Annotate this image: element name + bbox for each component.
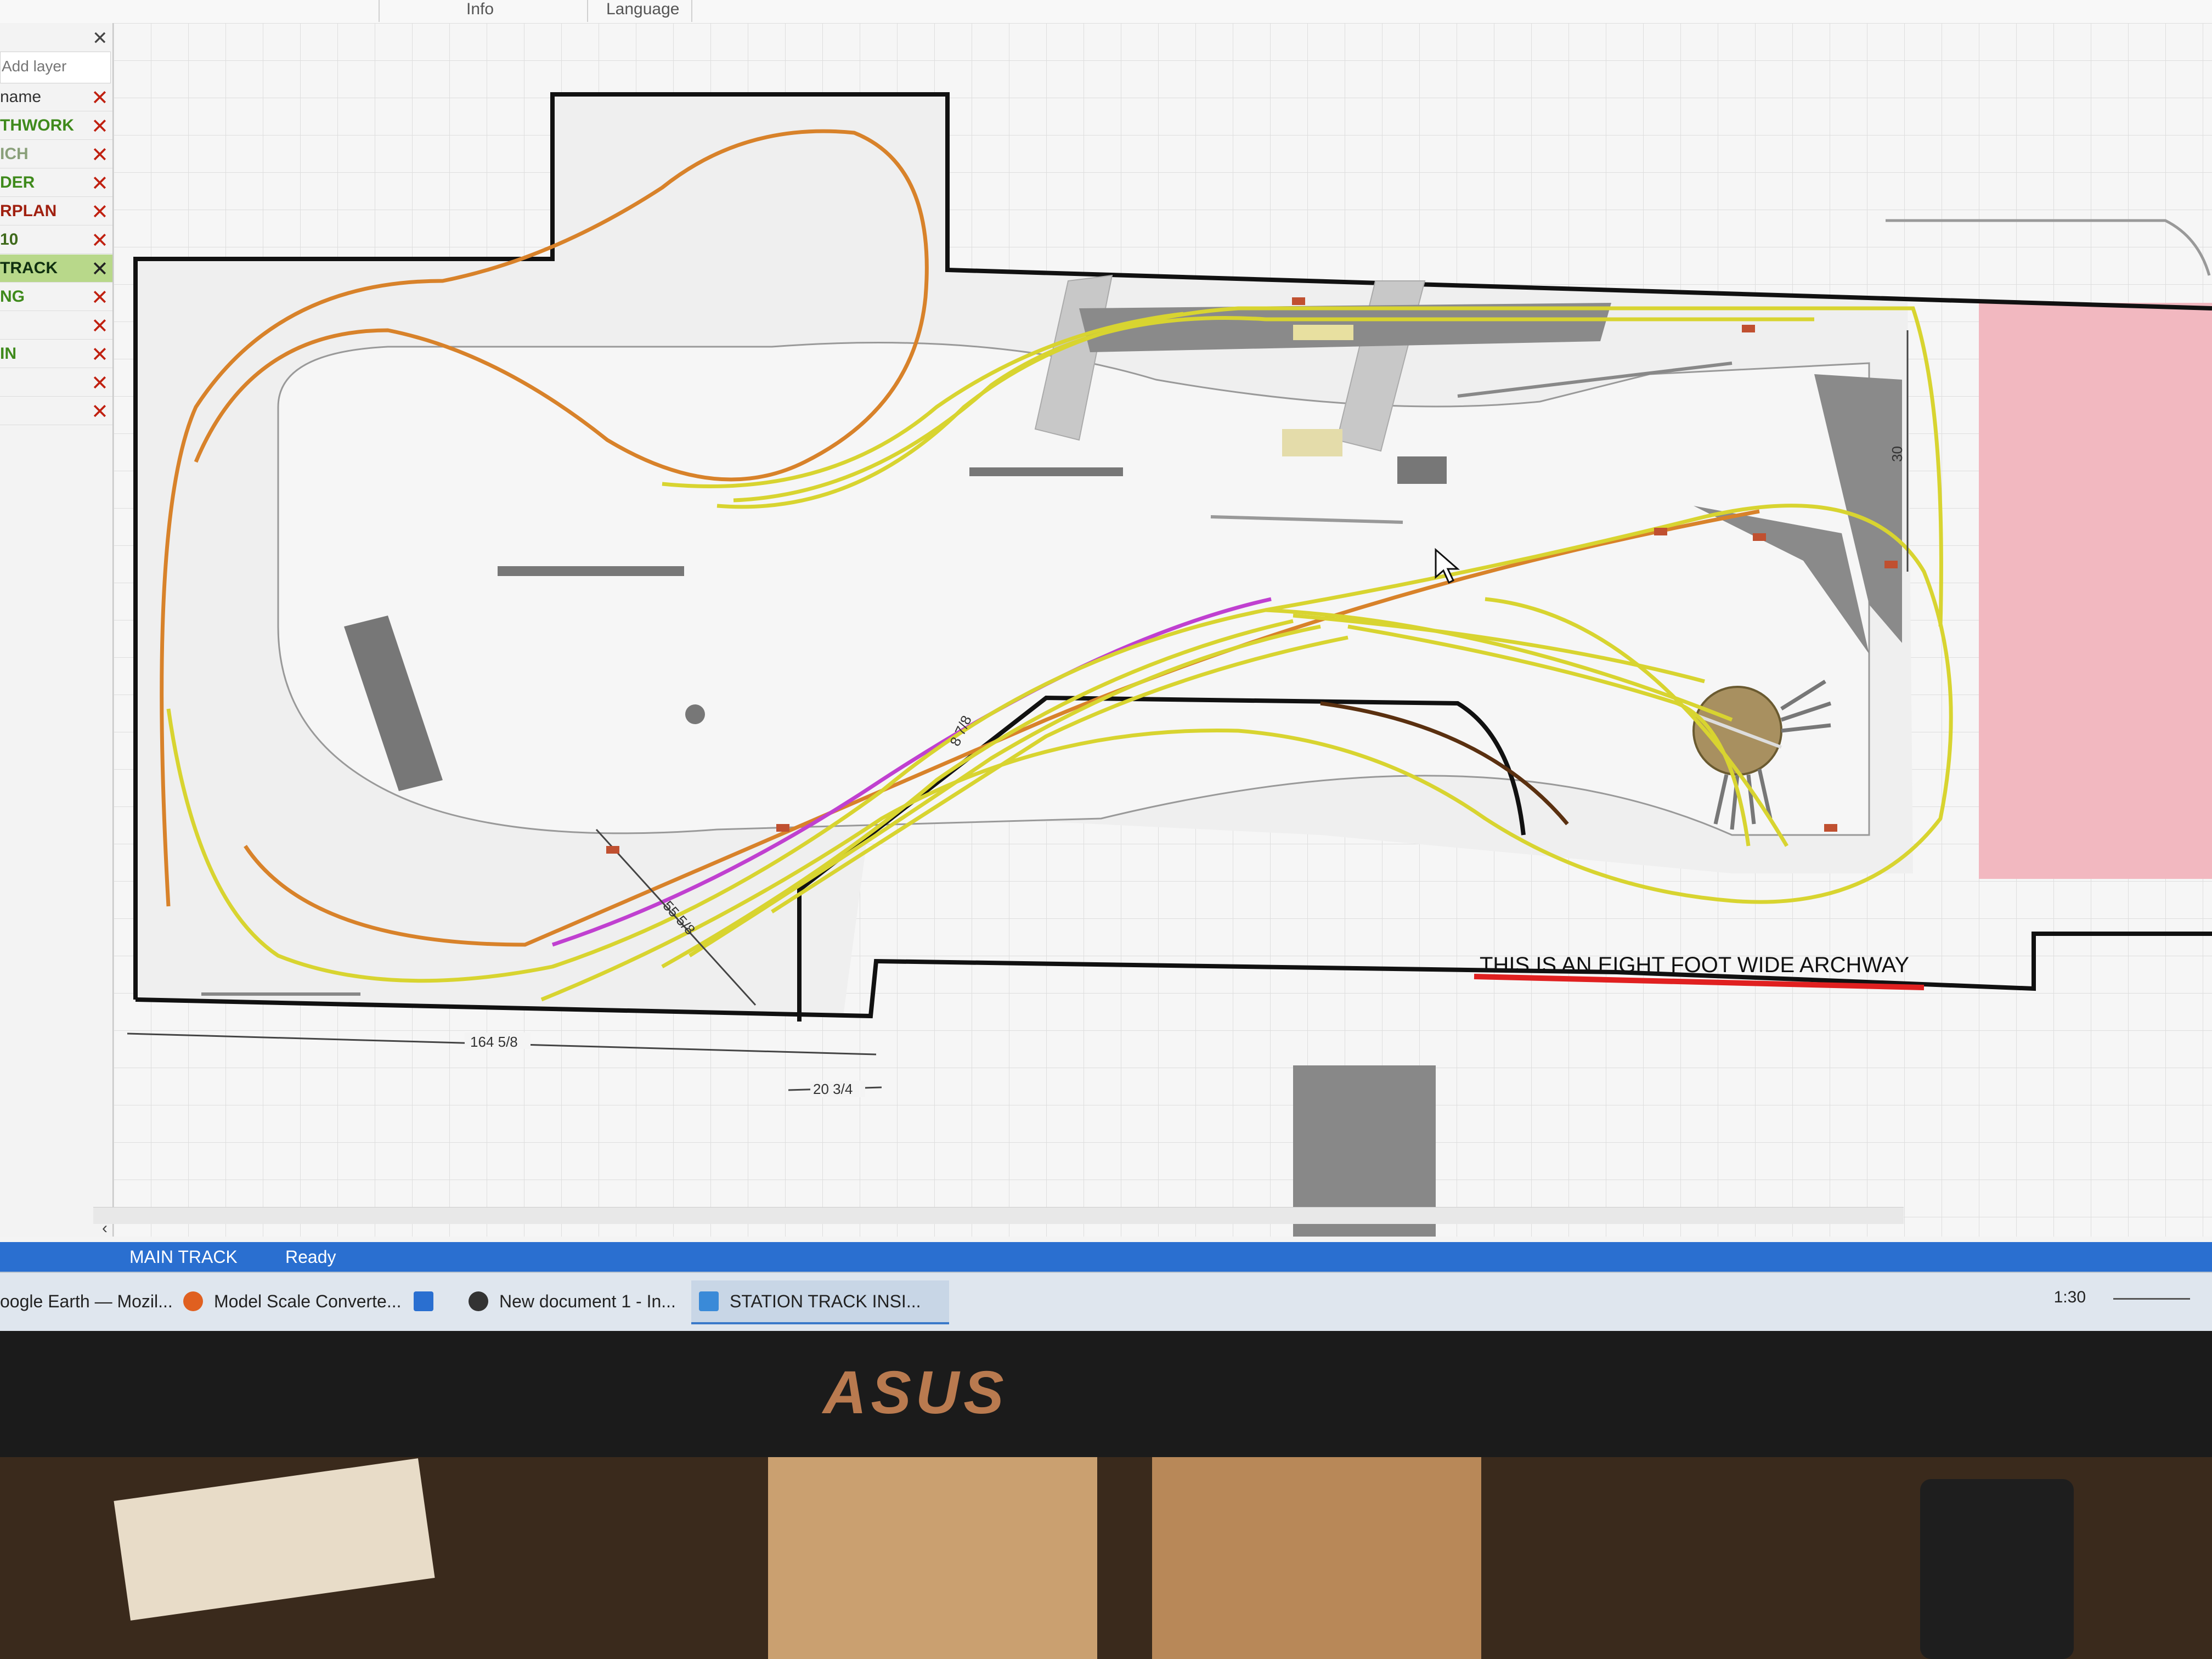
building-block bbox=[1397, 456, 1447, 484]
layer-item[interactable]: DER ✕ bbox=[0, 169, 112, 197]
delete-icon[interactable]: ✕ bbox=[91, 114, 109, 139]
speaker bbox=[1920, 1479, 2074, 1659]
siding-structure bbox=[498, 566, 684, 576]
dimension-20: 20 3/4 bbox=[813, 1081, 853, 1097]
layers-panel: ✕ name ✕ THWORK✕ICH✕DER✕RPLAN✕10✕TRACK✕N… bbox=[0, 23, 114, 1237]
zoom-level: 1:30 bbox=[2053, 1288, 2086, 1306]
layers-header: name ✕ bbox=[0, 83, 112, 111]
delete-icon[interactable]: ✕ bbox=[91, 314, 109, 338]
layer-item[interactable]: IN ✕ bbox=[0, 340, 112, 368]
layer-item[interactable]: RPLAN ✕ bbox=[0, 198, 112, 225]
layer-item-label: THWORK bbox=[0, 116, 74, 134]
dimension-164: 164 5/8 bbox=[470, 1034, 518, 1050]
ribbon-separator bbox=[587, 0, 588, 22]
layer-item[interactable]: ICH ✕ bbox=[0, 140, 112, 168]
dimension-30: 30 bbox=[1889, 446, 1905, 462]
delete-icon[interactable]: ✕ bbox=[91, 399, 109, 424]
delete-icon[interactable]: ✕ bbox=[91, 200, 109, 224]
layers-header-label: name bbox=[0, 88, 42, 106]
scroll-left-icon[interactable]: ‹ bbox=[102, 1219, 108, 1238]
close-icon[interactable]: ✕ bbox=[92, 27, 108, 49]
inkscape-icon bbox=[469, 1291, 488, 1311]
layer-item-label: TRACK bbox=[0, 259, 58, 277]
layer-item[interactable]: ✕ bbox=[0, 369, 112, 397]
mail-icon bbox=[414, 1291, 433, 1311]
layer-item-label: IN bbox=[0, 345, 16, 363]
layer-item[interactable]: NG ✕ bbox=[0, 283, 112, 311]
building-block bbox=[1282, 429, 1342, 456]
layer-item-label: RPLAN bbox=[0, 202, 57, 220]
grey-siding bbox=[1886, 219, 2211, 276]
taskbar-item-label: STATION TRACK INSI... bbox=[730, 1291, 921, 1311]
layer-item[interactable]: ✕ bbox=[0, 312, 112, 340]
status-layer: MAIN TRACK bbox=[129, 1247, 238, 1267]
taskbar-item-label: oogle Earth — Mozil... bbox=[0, 1291, 173, 1311]
monitor-bezel bbox=[0, 1331, 2212, 1457]
firefox-icon bbox=[183, 1291, 203, 1311]
layer-item[interactable]: TRACK ✕ bbox=[0, 255, 112, 283]
ribbon-tab-info[interactable]: Info bbox=[466, 0, 494, 22]
delete-icon[interactable]: ✕ bbox=[91, 171, 109, 196]
delete-icon[interactable]: ✕ bbox=[91, 86, 109, 110]
taskbar-item-label: Model Scale Converte... bbox=[214, 1291, 402, 1311]
add-layer-input[interactable] bbox=[1, 52, 107, 81]
taskbar-item-model-scale[interactable]: Model Scale Converte... bbox=[176, 1280, 433, 1322]
drawing-canvas[interactable]: 164 5/8 20 3/4 55 5/8 8 7/8 30 THIS IS A… bbox=[114, 23, 2212, 1237]
layer-item-label: DER bbox=[0, 173, 35, 191]
ribbon-separator bbox=[379, 0, 380, 22]
delete-icon[interactable]: ✕ bbox=[91, 342, 109, 367]
siding-structure bbox=[969, 467, 1123, 476]
delete-icon[interactable]: ✕ bbox=[91, 228, 109, 253]
delete-icon[interactable]: ✕ bbox=[91, 143, 109, 167]
taskbar-item-inkscape[interactable]: New document 1 - In... bbox=[461, 1280, 730, 1322]
taskbar-item-station-track[interactable]: STATION TRACK INSI... bbox=[691, 1280, 949, 1324]
screen: Info Language ✕ name ✕ THWORK✕ICH✕DER✕RP… bbox=[0, 0, 2212, 1350]
paper-pad bbox=[114, 1458, 435, 1621]
cardboard-box bbox=[1152, 1457, 1481, 1659]
track-plan-drawing: 164 5/8 20 3/4 55 5/8 8 7/8 30 THIS IS A… bbox=[127, 92, 2212, 1237]
ribbon: Info Language bbox=[0, 0, 2212, 24]
taskbar-item-google-earth[interactable]: oogle Earth — Mozil... bbox=[0, 1280, 173, 1322]
layer-item-label: ICH bbox=[0, 145, 29, 163]
delete-icon[interactable]: ✕ bbox=[91, 371, 109, 396]
layer-item[interactable]: THWORK ✕ bbox=[0, 112, 112, 140]
layer-item[interactable]: 10 ✕ bbox=[0, 226, 112, 254]
layer-item-label: 10 bbox=[0, 230, 19, 249]
status-bar: MAIN TRACK Ready bbox=[0, 1242, 2212, 1272]
monitor-brand-logo: ASUS bbox=[823, 1359, 1008, 1426]
column-marker bbox=[685, 704, 705, 724]
layer-item[interactable]: ✕ bbox=[0, 397, 112, 425]
zoom-slider[interactable] bbox=[2113, 1298, 2190, 1300]
taskbar-item-label: New document 1 - In... bbox=[499, 1291, 676, 1311]
delete-icon[interactable]: ✕ bbox=[91, 285, 109, 310]
station-building bbox=[1293, 325, 1353, 340]
ribbon-separator bbox=[691, 0, 692, 22]
horizontal-scrollbar[interactable] bbox=[93, 1207, 1904, 1224]
adjacent-room-area bbox=[1979, 303, 2212, 879]
cardboard-box bbox=[768, 1457, 1097, 1659]
taskbar: oogle Earth — Mozil... Model Scale Conve… bbox=[0, 1272, 2212, 1332]
add-layer-field[interactable] bbox=[0, 52, 111, 83]
ribbon-tab-language[interactable]: Language bbox=[606, 0, 679, 22]
delete-icon[interactable]: ✕ bbox=[91, 257, 109, 281]
layer-item-label: NG bbox=[0, 287, 25, 306]
app-icon bbox=[699, 1291, 719, 1311]
archway-label: THIS IS AN EIGHT FOOT WIDE ARCHWAY bbox=[1480, 953, 1909, 977]
status-text: Ready bbox=[285, 1247, 336, 1267]
desk-area bbox=[0, 1457, 2212, 1659]
